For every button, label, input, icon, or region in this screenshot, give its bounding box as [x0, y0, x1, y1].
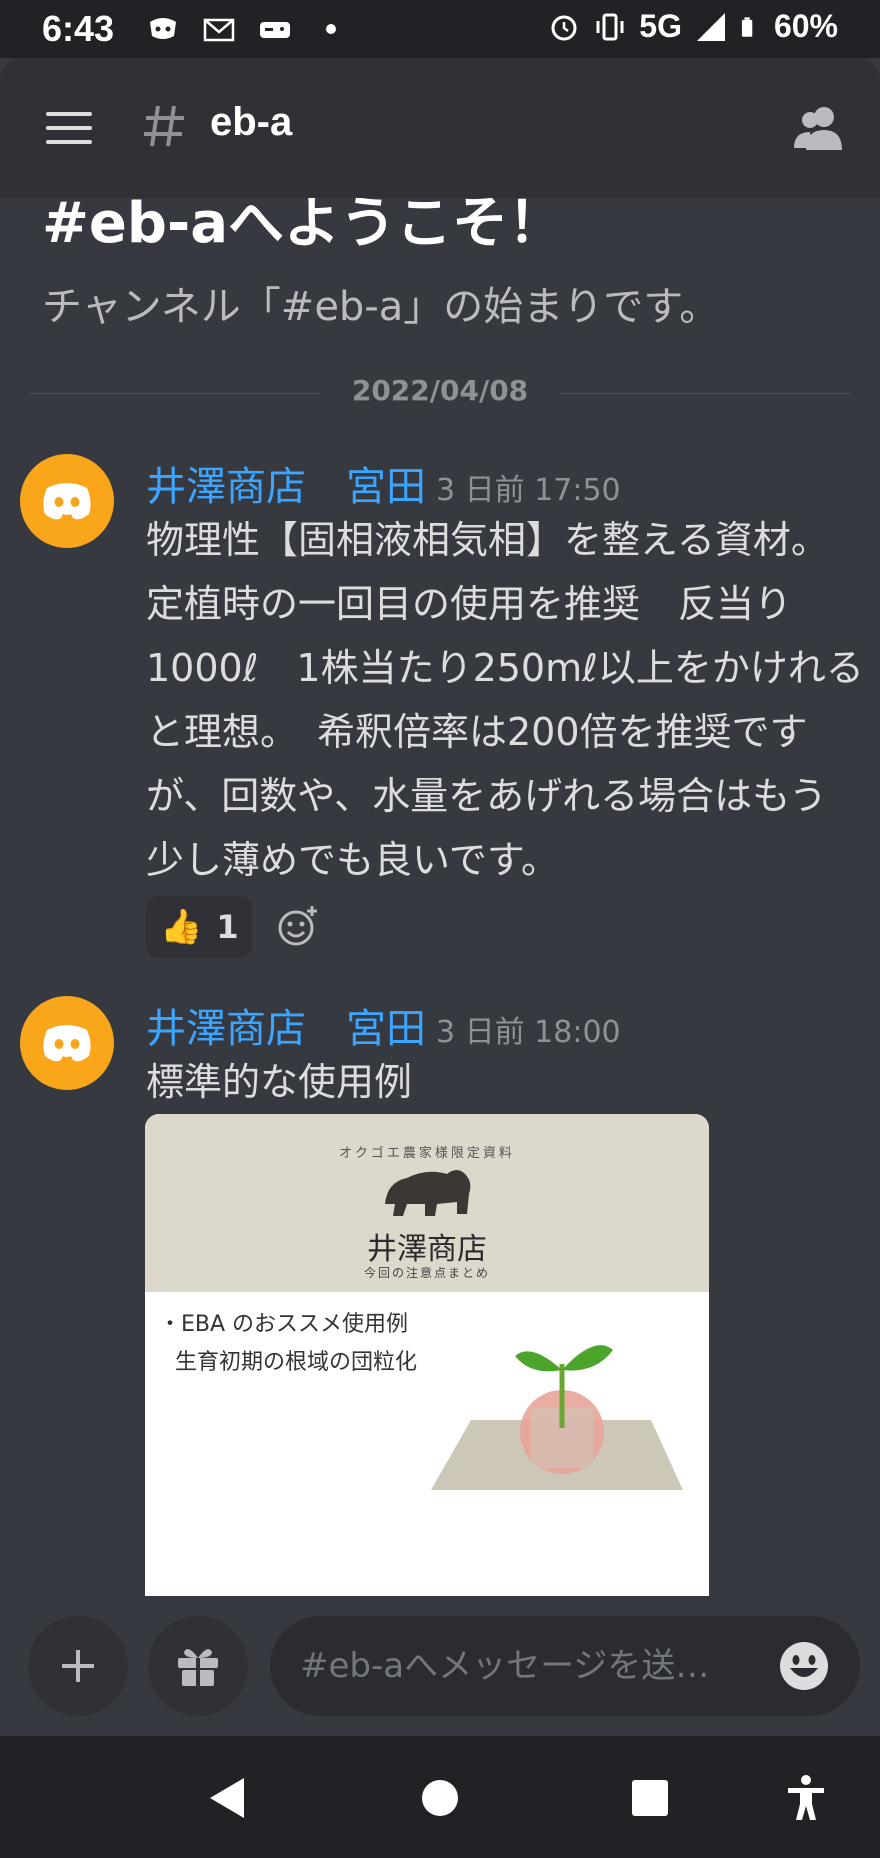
home-icon: [422, 1780, 458, 1816]
message-timestamp: 3 日前 18:00: [436, 1015, 621, 1050]
hash-icon: [144, 105, 184, 147]
plus-icon: [62, 1650, 94, 1682]
attachment-arc-text: オクゴエ農家様限定資料: [339, 1146, 515, 1161]
channel-name: eb-a: [210, 100, 293, 144]
message-list[interactable]: #eb-aへようこそ！ チャンネル「#eb-a」の始まりです。 2022/04/…: [0, 198, 880, 1596]
attachment-header-band: オクゴエ農家様限定資料 井澤商店 今回の注意点まとめ: [145, 1114, 709, 1292]
notification-icons: [146, 12, 348, 46]
bear-logo-icon: [385, 1170, 471, 1216]
status-bar: 6:43 5G 60%: [0, 0, 880, 58]
status-right: 5G 60%: [547, 8, 838, 45]
message-composer: [0, 1596, 880, 1736]
dot-icon: [326, 24, 336, 34]
discord-notification-icon: [150, 18, 176, 39]
recents-icon: [632, 1780, 668, 1816]
battery-icon: [741, 16, 753, 37]
vibrate-icon: [596, 13, 624, 40]
image-attachment[interactable]: オクゴエ農家様限定資料 井澤商店 今回の注意点まとめ ・EBA のおススメ使用例…: [145, 1114, 709, 1596]
message-line: 少し薄めでも良いです。: [146, 838, 560, 882]
message-line: 物理性【固相液相気相】を整える資材。: [146, 518, 829, 562]
date-divider: 2022/04/08: [30, 374, 850, 414]
system-navigation-bar: [0, 1736, 880, 1858]
attachment-bullet-1: ・EBA のおススメ使用例: [159, 1312, 409, 1337]
seedling-illustration-icon: [431, 1345, 683, 1490]
back-button[interactable]: [200, 1770, 256, 1826]
emoji-picker-icon[interactable]: [778, 1640, 830, 1692]
author-name[interactable]: 井澤商店 宮田: [146, 1006, 426, 1052]
status-time: 6:43: [42, 8, 115, 49]
gamepad-icon: [260, 22, 290, 38]
back-icon: [210, 1778, 244, 1818]
reaction-count: 1: [216, 908, 239, 946]
attach-button[interactable]: [28, 1616, 128, 1716]
home-button[interactable]: [412, 1770, 468, 1826]
divider-date: 2022/04/08: [351, 374, 529, 407]
add-reaction-icon[interactable]: [276, 904, 320, 948]
message-timestamp: 3 日前 17:50: [436, 473, 621, 508]
avatar[interactable]: [20, 454, 114, 548]
author-name[interactable]: 井澤商店 宮田: [146, 464, 426, 510]
thumbs-up-emoji: 👍: [160, 907, 203, 947]
discord-logo-icon: [43, 483, 91, 520]
message-body: 標準的な使用例: [146, 1050, 866, 1114]
alarm-icon: [551, 15, 577, 40]
battery-level: 60%: [773, 8, 838, 44]
message-header: 井澤商店 宮田 3 日前 17:50: [146, 454, 621, 512]
message-body: 物理性【固相液相気相】を整える資材。 定植時の一回目の使用を推奨 反当り 100…: [146, 508, 866, 892]
network-label: 5G: [639, 8, 682, 44]
attachment-note: 今回の注意点まとめ: [363, 1266, 490, 1280]
discord-logo-icon: [43, 1025, 91, 1062]
gift-button[interactable]: [148, 1616, 248, 1716]
reaction-thumbs-up[interactable]: 👍 1: [146, 896, 252, 958]
message-header: 井澤商店 宮田 3 日前 18:00: [146, 996, 621, 1054]
recents-button[interactable]: [622, 1770, 678, 1826]
message-input-container[interactable]: [270, 1616, 860, 1716]
message-input[interactable]: [300, 1642, 760, 1690]
message-line: が、回数や、水量をあげれる場合はもう: [146, 774, 827, 818]
message-line: 定植時の一回目の使用を推奨 反当り: [146, 582, 793, 626]
message-line: 1000ℓ 1株当たり250mℓ以上をかけれる: [146, 646, 864, 690]
gift-icon: [178, 1649, 218, 1686]
channel-header: eb-a: [0, 58, 880, 198]
attachment-shop-name: 井澤商店: [367, 1232, 487, 1267]
members-icon[interactable]: [792, 104, 848, 152]
menu-icon[interactable]: [44, 110, 94, 146]
message-line: 標準的な使用例: [146, 1060, 413, 1104]
accessibility-button[interactable]: [778, 1770, 834, 1826]
welcome-subtitle: チャンネル「#eb-a」の始まりです。: [42, 284, 720, 330]
welcome-title: #eb-aへようこそ！: [42, 198, 565, 256]
mail-icon: [203, 18, 235, 42]
attachment-bullet-2: 生育初期の根域の団粒化: [175, 1350, 418, 1375]
signal-icon: [696, 12, 725, 41]
divider-line: [560, 393, 850, 394]
accessibility-icon: [788, 1775, 824, 1820]
avatar[interactable]: [20, 996, 114, 1090]
message-line: と理想。 希釈倍率は200倍を推奨です: [146, 710, 808, 754]
